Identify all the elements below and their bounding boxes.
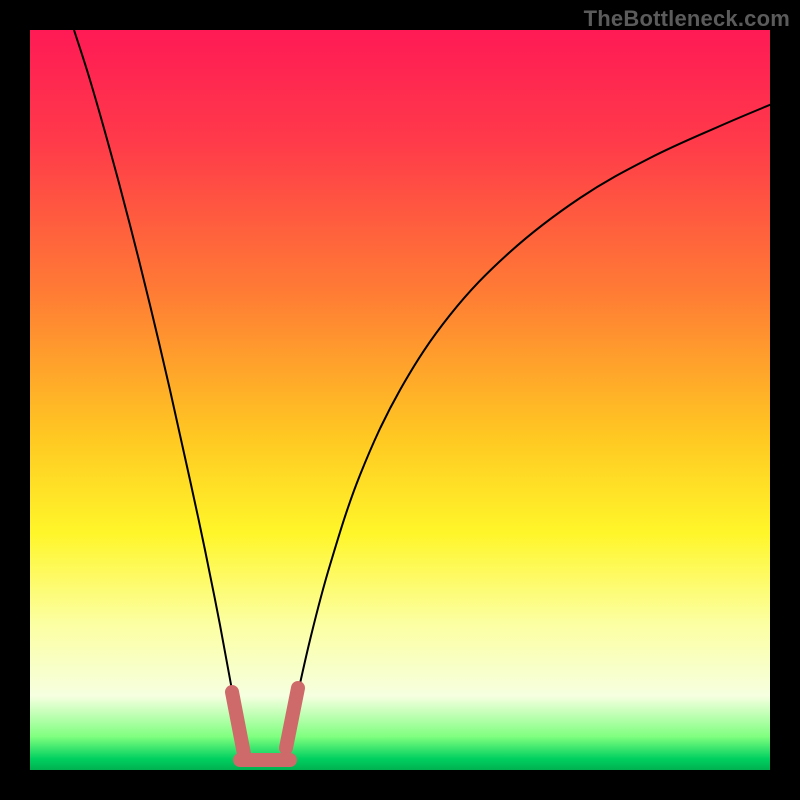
chart-container: TheBottleneck.com (0, 0, 800, 800)
plot-area (30, 30, 770, 770)
watermark-label: TheBottleneck.com (584, 6, 790, 32)
gradient-background (30, 30, 770, 770)
chart-svg (30, 30, 770, 770)
